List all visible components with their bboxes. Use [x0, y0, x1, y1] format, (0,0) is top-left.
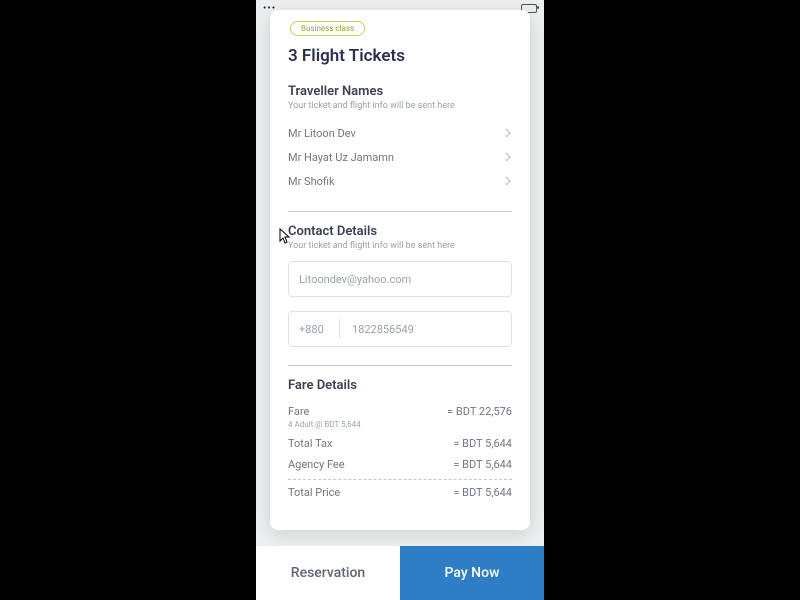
- email-field[interactable]: Litoondev@yahoo.com: [288, 261, 512, 297]
- traveller-row[interactable]: Mr Litoon Dev: [288, 121, 512, 145]
- class-badge: Business class: [290, 21, 365, 36]
- traveller-hint: Your ticket and flight info will be sent…: [288, 101, 512, 111]
- total-label: Total Price: [288, 486, 340, 499]
- traveller-name: Mr Shofik: [288, 175, 335, 188]
- chevron-right-icon: [504, 128, 512, 138]
- fare-label: Total Tax: [288, 437, 332, 450]
- email-value: Litoondev@yahoo.com: [299, 273, 411, 286]
- traveller-row[interactable]: Mr Shofik: [288, 169, 512, 193]
- bottom-bar: Reservation Pay Now: [256, 546, 544, 600]
- fare-value: = BDT 5,644: [453, 458, 512, 471]
- fare-label: Agency Fee: [288, 458, 345, 471]
- fare-row: Fare = BDT 22,576: [288, 405, 512, 418]
- fare-row: Total Tax = BDT 5,644: [288, 437, 512, 450]
- pay-now-button[interactable]: Pay Now: [400, 546, 544, 600]
- chevron-right-icon: [504, 152, 512, 162]
- fare-label: Fare: [288, 405, 309, 418]
- page-title: 3 Flight Tickets: [288, 46, 512, 66]
- phone-field[interactable]: +880 1822856549: [288, 311, 512, 347]
- dashed-divider: [288, 479, 512, 480]
- fare-value: = BDT 5,644: [453, 437, 512, 450]
- fare-heading: Fare Details: [288, 378, 512, 393]
- phone-number: 1822856549: [352, 323, 414, 336]
- divider: [288, 211, 512, 212]
- traveller-heading: Traveller Names: [288, 84, 512, 99]
- chevron-right-icon: [504, 176, 512, 186]
- fare-row: Agency Fee = BDT 5,644: [288, 458, 512, 471]
- fare-value: = BDT 22,576: [447, 405, 512, 418]
- ticket-card: Business class 3 Flight Tickets Travelle…: [270, 10, 530, 530]
- traveller-row[interactable]: Mr Hayat Uz Jamamn: [288, 145, 512, 169]
- reservation-button[interactable]: Reservation: [256, 546, 400, 600]
- traveller-name: Mr Litoon Dev: [288, 127, 356, 140]
- total-value: = BDT 5,644: [453, 486, 512, 499]
- fare-sub: 4 Adult @ BDT 5,644: [288, 420, 512, 429]
- divider: [288, 365, 512, 366]
- traveller-name: Mr Hayat Uz Jamamn: [288, 151, 394, 164]
- contact-hint: Your ticket and flight info will be sent…: [288, 241, 512, 251]
- contact-heading: Contact Details: [288, 224, 512, 239]
- dial-code: +880: [299, 319, 340, 339]
- phone-frame: ••• Business class 3 Flight Tickets Trav…: [256, 0, 544, 600]
- total-row: Total Price = BDT 5,644: [288, 486, 512, 499]
